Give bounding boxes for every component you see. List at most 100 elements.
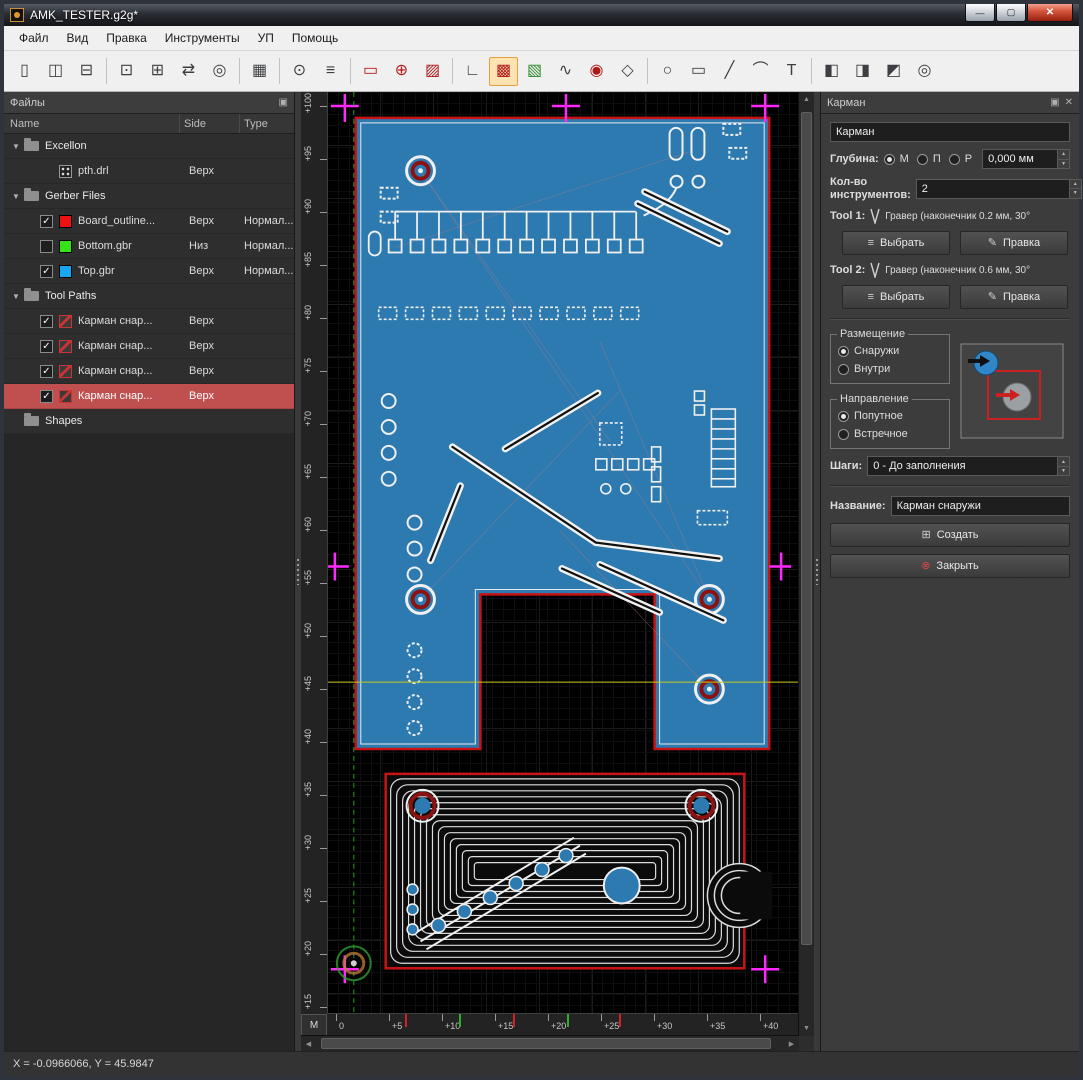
pocket-toolpath-button[interactable]: ▩ (489, 56, 518, 86)
close-panel-icon[interactable]: ✕ (1065, 97, 1073, 108)
horizontal-scrollbar[interactable]: ◀ ▶ (301, 1035, 799, 1051)
pcb-canvas[interactable] (301, 92, 814, 1051)
scroll-right-icon[interactable]: ▶ (784, 1036, 799, 1051)
close-pocket-button[interactable]: ⊗ Закрыть (830, 554, 1070, 579)
depth-option[interactable]: М (883, 153, 909, 165)
tool1-edit-button[interactable]: ✎ Правка (960, 231, 1068, 256)
minimize-button[interactable]: — (965, 4, 995, 22)
direction-option[interactable]: Встречное (838, 428, 942, 440)
depth-option[interactable]: П (916, 153, 941, 165)
rotate-tool-button[interactable]: ◎ (205, 57, 234, 86)
depth-option[interactable]: Р (948, 153, 972, 165)
array-copy-button[interactable]: ▦ (245, 57, 274, 86)
menu-tools[interactable]: Инструменты (156, 28, 249, 48)
tool2-choose-button[interactable]: ≡ Выбрать (842, 285, 950, 310)
menu-help[interactable]: Помощь (283, 28, 347, 48)
expander-icon[interactable]: ▼ (8, 192, 24, 201)
result-name-input[interactable] (890, 496, 1070, 517)
spin-up-icon[interactable]: ▲ (1058, 150, 1070, 160)
transform-tool-button[interactable]: ⊞ (143, 57, 172, 86)
spline-tool-button[interactable]: ∿ (551, 57, 580, 86)
create-button[interactable]: ⊞ Создать (830, 523, 1070, 548)
subtract-shapes-button[interactable]: ◨ (848, 57, 877, 86)
contour-toolpath-button[interactable]: ▭ (356, 57, 385, 86)
horizontal-scroll-thumb[interactable] (321, 1038, 772, 1049)
spin-up-icon[interactable]: ▲ (1069, 179, 1081, 190)
column-side[interactable]: Side (180, 114, 240, 133)
canvas-area[interactable]: +100 +95 +90 +85 +80 +75 +70 +65 +60 +55 +50 +45 +40… (301, 92, 814, 1051)
vertical-scrollbar[interactable]: ▲ ▼ (798, 92, 814, 1036)
tree-row[interactable]: Bottom.gbr Низ Нормал... (4, 234, 294, 259)
float-panel-icon[interactable]: ▣ (279, 97, 288, 108)
visibility-checkbox[interactable]: ✓ (40, 214, 53, 228)
draw-line-button[interactable]: ╱ (715, 57, 744, 86)
depth-value-input[interactable] (982, 149, 1058, 169)
tree-group-gerber-files[interactable]: ▼ Gerber Files (4, 184, 294, 209)
visibility-checkbox[interactable] (40, 239, 53, 253)
tool1-choose-button[interactable]: ≡ Выбрать (842, 231, 950, 256)
menu-file[interactable]: Файл (10, 28, 58, 48)
column-name[interactable]: Name (4, 114, 180, 133)
drill-toolpath-button[interactable]: ⊕ (387, 57, 416, 86)
tree-group-tool-paths[interactable]: ▼ Tool Paths (4, 284, 294, 309)
visibility-checkbox[interactable]: ✓ (40, 364, 53, 378)
tree-row[interactable]: ✓ Карман снар... Верх (4, 384, 294, 409)
spiral-tool-button[interactable]: ◎ (910, 57, 939, 86)
titlebar[interactable]: AMK_TESTER.g2g* — ▢ ✕ (4, 4, 1079, 26)
draw-rect-button[interactable]: ▭ (684, 57, 713, 86)
machine-settings-button[interactable]: ⊙ (285, 57, 314, 86)
visibility-checkbox[interactable]: ✓ (40, 314, 53, 328)
placement-option[interactable]: Снаружи (838, 345, 942, 357)
tree-row[interactable]: ✓ Карман снар... Верх (4, 359, 294, 384)
tree-row[interactable]: ✓ Top.gbr Верх Нормал... (4, 259, 294, 284)
spin-down-icon[interactable]: ▼ (1058, 159, 1070, 168)
direction-option[interactable]: Попутное (838, 410, 942, 422)
visibility-checkbox[interactable]: ✓ (40, 339, 53, 353)
new-project-button[interactable]: ▯ (10, 57, 39, 86)
save-project-button[interactable]: ⊟ (72, 57, 101, 86)
engrave-toolpath-button[interactable]: ▧ (520, 57, 549, 86)
open-project-button[interactable]: ◫ (41, 57, 70, 86)
float-panel-icon[interactable]: ▣ (1050, 97, 1059, 108)
visibility-checkbox[interactable]: ✓ (40, 389, 53, 403)
tree-row[interactable]: pth.drl Верх (4, 159, 294, 184)
vertical-scroll-thumb[interactable] (801, 112, 812, 945)
menu-view[interactable]: Вид (58, 28, 98, 48)
steps-input[interactable] (867, 456, 1057, 477)
spin-up-icon[interactable]: ▲ (1058, 457, 1069, 467)
pocket-name-input[interactable] (830, 122, 1070, 142)
gcode-editor-button[interactable]: ≡ (316, 57, 345, 86)
spin-down-icon[interactable]: ▼ (1069, 189, 1081, 198)
expander-icon[interactable]: ▼ (8, 142, 24, 151)
scroll-up-icon[interactable]: ▲ (799, 92, 814, 107)
select-tool-button[interactable]: ⊡ (112, 57, 141, 86)
menu-edit[interactable]: Правка (97, 28, 156, 48)
intersect-shapes-button[interactable]: ◩ (879, 57, 908, 86)
draw-text-button[interactable]: T (777, 57, 806, 86)
tools-count-input[interactable] (915, 178, 1069, 199)
tree-group-excellon[interactable]: ▼ Excellon (4, 134, 294, 159)
circle-toolpath-button[interactable]: ◉ (582, 57, 611, 86)
draw-circle-button[interactable]: ○ (653, 57, 682, 86)
menu-nc-program[interactable]: УП (249, 28, 283, 48)
right-splitter[interactable] (814, 92, 820, 1051)
maximize-button[interactable]: ▢ (996, 4, 1026, 22)
hatch-toolpath-button[interactable]: ▨ (418, 57, 447, 86)
scroll-down-icon[interactable]: ▼ (799, 1021, 814, 1036)
union-shapes-button[interactable]: ◧ (817, 57, 846, 86)
draw-arc-button[interactable]: ⌒ (746, 57, 775, 86)
region-select-button[interactable]: ◇ (613, 57, 642, 86)
mirror-tool-button[interactable]: ⇄ (174, 57, 203, 86)
placement-option[interactable]: Внутри (838, 363, 942, 375)
tree-row[interactable]: ✓ Карман снар... Верх (4, 309, 294, 334)
scroll-left-icon[interactable]: ◀ (301, 1036, 316, 1051)
tree-row[interactable]: ✓ Карман снар... Верх (4, 334, 294, 359)
tree-group-shapes[interactable]: Shapes (4, 409, 294, 434)
ruler-unit-button[interactable]: М (301, 1014, 327, 1036)
visibility-checkbox[interactable]: ✓ (40, 264, 53, 278)
tree-row[interactable]: ✓ Board_outline... Верх Нормал... (4, 209, 294, 234)
close-button[interactable]: ✕ (1027, 4, 1073, 22)
column-type[interactable]: Type (240, 114, 294, 133)
tool2-edit-button[interactable]: ✎ Правка (960, 285, 1068, 310)
expander-icon[interactable]: ▼ (8, 292, 24, 301)
